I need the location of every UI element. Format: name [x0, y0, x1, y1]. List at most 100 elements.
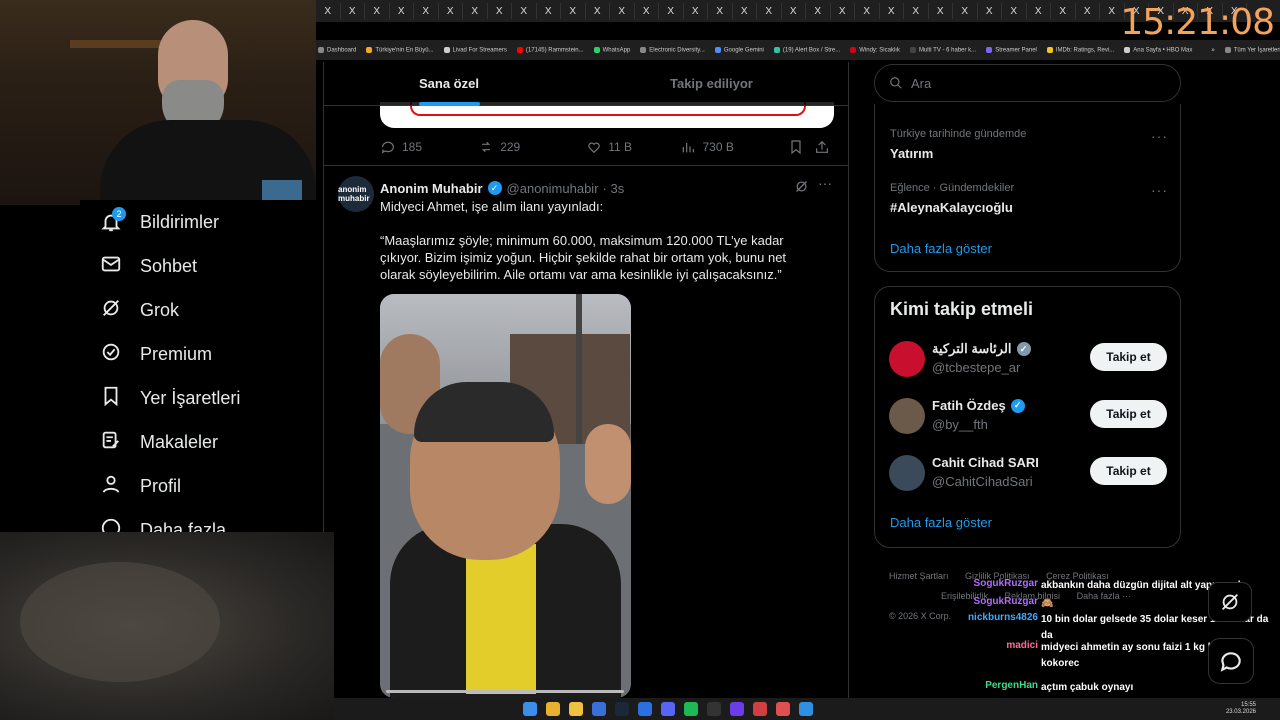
browser-tab[interactable]: X — [684, 3, 708, 19]
browser-tab[interactable]: X — [390, 3, 414, 19]
follow-suggestion[interactable]: الرئاسة التركية ✓ @tcbestepe_ar Takip et — [875, 339, 1182, 379]
tab-following[interactable]: Takip ediliyor — [670, 76, 753, 91]
suggestion-name[interactable]: الرئاسة التركية ✓ — [932, 341, 1036, 357]
browser-tab[interactable]: X — [512, 3, 537, 19]
bookmark-item[interactable]: (19) Alert Box / Stre... — [773, 46, 840, 53]
messages-floating-button[interactable] — [1208, 638, 1254, 684]
browser-tab[interactable]: X — [1051, 3, 1076, 19]
spotify-icon[interactable] — [684, 702, 698, 716]
browser-tab[interactable]: X — [635, 3, 659, 19]
bookmark-item[interactable]: IMDb: Ratings, Revi... — [1046, 46, 1114, 53]
suggestion-name[interactable]: Cahit Cihad SARI — [932, 455, 1039, 470]
more-options-icon[interactable]: ··· — [1151, 128, 1168, 144]
search-input[interactable]: Ara — [874, 64, 1181, 102]
browser-tab[interactable]: X — [414, 3, 439, 19]
reply-button[interactable]: 185 — [380, 139, 478, 155]
browser-tab[interactable]: X — [929, 3, 953, 19]
app-icon-4[interactable] — [730, 702, 744, 716]
browser-tab[interactable]: X — [610, 3, 635, 19]
sidebar-item-chat[interactable]: Sohbet — [100, 252, 197, 280]
browser-tab[interactable]: X — [904, 3, 929, 19]
browser-tab[interactable]: X — [1027, 3, 1051, 19]
trend-item[interactable]: Yatırım — [890, 146, 933, 161]
follow-button[interactable]: Takip et — [1090, 343, 1167, 371]
show-more-follow-link[interactable]: Daha fazla göster — [890, 515, 992, 530]
app-icon-5[interactable] — [753, 702, 767, 716]
trend-item[interactable]: #AleynaKalaycıoğlu — [890, 200, 1013, 215]
sidebar-item-notifications[interactable]: 2 Bildirimler — [100, 207, 219, 236]
browser-tab[interactable]: X — [463, 3, 488, 19]
sidebar-item-profile[interactable]: Profil — [100, 472, 181, 500]
browser-tab[interactable]: X — [561, 3, 586, 19]
grok-icon[interactable] — [794, 179, 809, 199]
browser-tab[interactable]: X — [316, 3, 341, 19]
follow-button[interactable]: Takip et — [1090, 457, 1167, 485]
like-button[interactable]: 11 B — [586, 139, 680, 155]
browser-tab[interactable]: X — [733, 3, 757, 19]
browser-tab[interactable]: X — [708, 3, 733, 19]
system-tray-clock[interactable]: 15:55 23.03.2026 — [1226, 702, 1256, 716]
app-icon-3[interactable] — [707, 702, 721, 716]
browser-tab[interactable]: X — [880, 3, 904, 19]
folder-icon[interactable] — [569, 702, 583, 716]
bookmark-item[interactable]: Electronic Diversity... — [640, 46, 705, 53]
bookmark-item[interactable]: Dashboard — [318, 46, 356, 53]
sidebar-item-grok[interactable]: Grok — [100, 296, 179, 324]
video-progress-bar[interactable] — [386, 690, 624, 693]
browser-tab[interactable]: X — [365, 3, 390, 19]
share-button[interactable] — [814, 139, 836, 155]
bookmark-item[interactable]: Windy: Sicaklık — [850, 46, 900, 53]
browser-tab[interactable]: X — [855, 3, 880, 19]
tab-for-you[interactable]: Sana özel — [419, 76, 479, 91]
avatar[interactable]: anonim muhabir — [338, 176, 374, 212]
windows-start-icon[interactable] — [523, 702, 537, 716]
follow-suggestion[interactable]: Fatih Özdeş ✓ @by__fth Takip et — [875, 396, 1182, 436]
bookmark-item[interactable]: Livad For Streamers — [443, 46, 507, 53]
author-handle[interactable]: @anonimuhabir — [507, 181, 599, 196]
bookmark-item[interactable]: Tüm Yer İşaretleri — [1224, 46, 1280, 53]
browser-tab[interactable]: X — [978, 3, 1002, 19]
browser-tab[interactable]: X — [1076, 3, 1100, 19]
browser-tab[interactable]: X — [806, 3, 831, 19]
steam-icon[interactable] — [615, 702, 629, 716]
chrome-icon[interactable] — [546, 702, 560, 716]
bookmark-item[interactable]: » — [1202, 46, 1215, 53]
footer-link[interactable]: Hizmet Şartları — [889, 571, 949, 581]
browser-tab[interactable]: X — [488, 3, 512, 19]
show-more-trends-link[interactable]: Daha fazla göster — [890, 241, 992, 256]
app-icon-6[interactable] — [776, 702, 790, 716]
views-button[interactable]: 730 B — [680, 139, 788, 155]
follow-suggestion[interactable]: Cahit Cihad SARI @CahitCihadSari Takip e… — [875, 453, 1182, 493]
sidebar-item-articles[interactable]: Makaleler — [100, 428, 218, 456]
avatar[interactable] — [889, 398, 925, 434]
browser-tab[interactable]: X — [831, 3, 855, 19]
browser-tab[interactable]: X — [439, 3, 463, 19]
suggestion-name[interactable]: Fatih Özdeş ✓ — [932, 398, 1030, 413]
browser-tab[interactable]: X — [341, 3, 365, 19]
browser-tab[interactable]: X — [757, 3, 782, 19]
browser-tab[interactable]: X — [953, 3, 978, 19]
bookmark-item[interactable]: WhatsApp — [593, 46, 630, 53]
browser-tab[interactable]: X — [1002, 3, 1027, 19]
sidebar-item-premium[interactable]: Premium — [100, 340, 212, 368]
app-icon-7[interactable] — [799, 702, 813, 716]
more-options-icon[interactable]: ··· — [818, 175, 832, 191]
author-name[interactable]: Anonim Muhabir — [380, 181, 483, 196]
browser-tab[interactable]: X — [586, 3, 610, 19]
sidebar-item-bookmarks[interactable]: Yer İşaretleri — [100, 384, 240, 412]
bookmark-item[interactable]: Türkiye'nin En Büyü... — [366, 46, 434, 53]
bookmark-item[interactable]: Google Gemini — [714, 46, 764, 53]
avatar[interactable] — [889, 455, 925, 491]
bookmark-button[interactable] — [788, 139, 814, 155]
browser-tab[interactable]: X — [659, 3, 684, 19]
bookmark-item[interactable]: (17145) Rammstein... — [516, 46, 584, 53]
browser-tab[interactable]: X — [782, 3, 806, 19]
repost-button[interactable]: 229 — [478, 139, 586, 155]
bookmark-item[interactable]: Streamer Panel — [986, 46, 1037, 53]
app-icon-2[interactable] — [638, 702, 652, 716]
post-video[interactable] — [380, 294, 631, 698]
grok-floating-button[interactable] — [1208, 582, 1252, 622]
app-icon-1[interactable] — [592, 702, 606, 716]
browser-tab[interactable]: X — [537, 3, 561, 19]
bookmark-item[interactable]: Multi TV - 6 haber k... — [909, 46, 976, 53]
